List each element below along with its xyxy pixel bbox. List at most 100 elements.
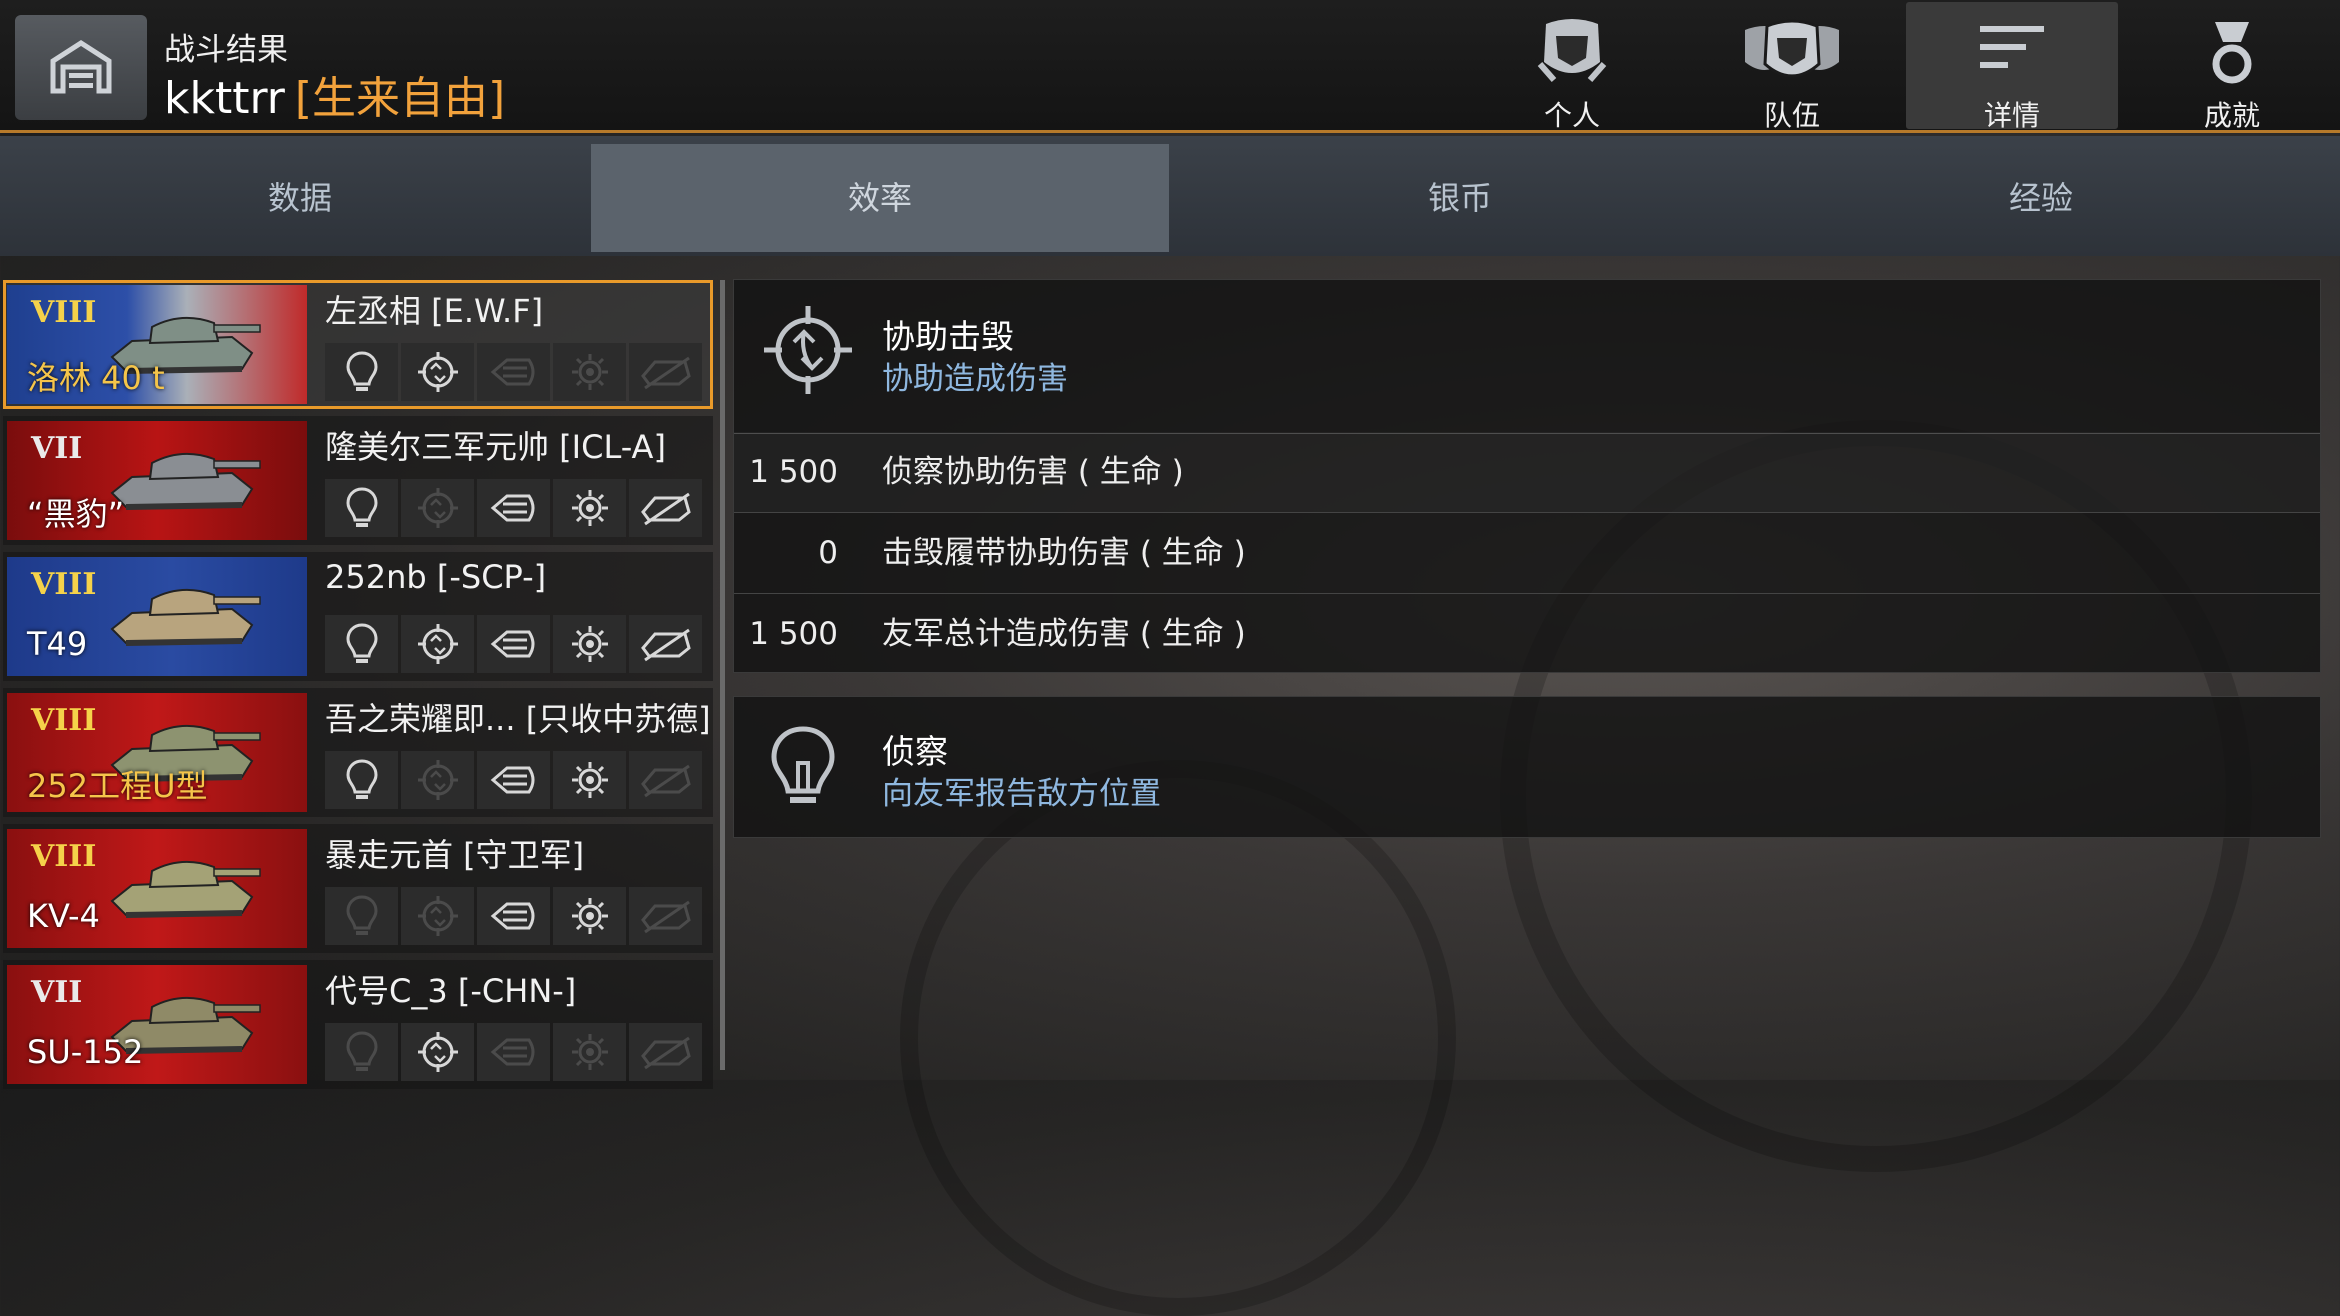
damage-slot (553, 1023, 626, 1081)
efficiency-icons (325, 343, 705, 401)
track-hit-icon (490, 494, 534, 522)
tank-name: 252工程U型 (27, 767, 208, 805)
player-name: kkttrr (164, 73, 285, 124)
damage-gear-icon (571, 762, 608, 798)
block-slot (629, 1023, 702, 1081)
damage-gear-icon (571, 490, 608, 526)
tank-tier: VIII (31, 567, 97, 602)
nation-flag: VIII KV-4 (7, 829, 307, 948)
player-row[interactable]: VIII 252工程U型 吾之荣耀即... [只收中苏德] (3, 688, 713, 817)
assist-target-icon (764, 306, 852, 394)
spotting-slot (325, 343, 398, 401)
player-row[interactable]: VII “黑豹” 隆美尔三军元帅 [ICL-A] (3, 416, 713, 545)
damage-slot (553, 751, 626, 809)
spotting-icon (345, 487, 378, 527)
results-tabs: 数据 效率 银币 经验 (0, 136, 2340, 256)
tank-name: T49 (27, 625, 88, 663)
team-helmets-icon (1745, 19, 1839, 78)
player-name: 代号C_3 [-CHN-] (325, 972, 577, 1010)
track-slot (477, 615, 550, 673)
damage-slot (553, 615, 626, 673)
player-row[interactable]: VIII KV-4 暴走元首 [守卫军] (3, 824, 713, 953)
spotting-slot (325, 751, 398, 809)
player-name: 252nb [-SCP-] (325, 558, 547, 596)
tab-efficiency[interactable]: 效率 (591, 144, 1169, 252)
spotting-slot (325, 479, 398, 537)
stat-label: 侦察协助伤害 ( 生命 ) (882, 454, 1184, 490)
damage-slot (553, 887, 626, 945)
player-name: 吾之荣耀即... [只收中苏德] (325, 700, 711, 738)
blocked-damage-icon (640, 764, 691, 798)
track-slot (477, 887, 550, 945)
block-slot (629, 479, 702, 537)
nav-team-label: 队伍 (1763, 99, 1820, 132)
stat-row: 1 500 侦察协助伤害 ( 生命 ) (734, 432, 2320, 512)
spotting-panel: 侦察 向友军报告敌方位置 (733, 696, 2321, 838)
nav-details-label: 详情 (1983, 99, 2040, 132)
spotting-icon (345, 1031, 378, 1071)
damage-slot (553, 479, 626, 537)
track-hit-icon (490, 358, 534, 386)
details-lines-icon (1980, 26, 2044, 68)
efficiency-icons (325, 479, 705, 537)
track-hit-icon (490, 1038, 534, 1066)
tank-name: 洛林 40 t (27, 359, 165, 397)
nav-achievements-label: 成就 (2203, 99, 2260, 132)
efficiency-icons (325, 887, 705, 945)
list-scrollbar[interactable] (720, 280, 725, 1070)
nation-flag: VII “黑豹” (7, 421, 307, 540)
nation-flag: VIII T49 (7, 557, 307, 676)
nav-achievements[interactable]: 成就 (2126, 2, 2338, 132)
tank-name: SU-152 (27, 1033, 144, 1071)
assist-slot (401, 887, 474, 945)
block-slot (629, 887, 702, 945)
track-hit-icon (490, 902, 534, 930)
nation-flag: VII SU-152 (7, 965, 307, 1084)
tab-experience[interactable]: 经验 (1752, 144, 2330, 252)
assist-slot (401, 751, 474, 809)
personal-helmet-icon (1537, 19, 1607, 82)
tab-credits[interactable]: 银币 (1171, 144, 1749, 252)
hangar-button[interactable] (15, 15, 147, 120)
assist-subtitle: 协助造成伤害 (882, 361, 1068, 397)
tank-icon (110, 452, 261, 510)
blocked-damage-icon (640, 492, 691, 526)
damage-gear-icon (571, 626, 608, 662)
block-slot (629, 751, 702, 809)
nav-personal[interactable]: 个人 (1466, 2, 1678, 132)
tank-tier: VIII (31, 839, 97, 874)
track-slot (477, 1023, 550, 1081)
assist-slot (401, 479, 474, 537)
spotting-slot (325, 615, 398, 673)
spotting-slot (325, 1023, 398, 1081)
spotting-icon (345, 759, 378, 799)
nav-team[interactable]: 队伍 (1686, 2, 1898, 132)
efficiency-icons (325, 751, 705, 809)
assist-slot (401, 1023, 474, 1081)
nav-details[interactable]: 详情 (1906, 2, 2118, 132)
spotting-subtitle: 向友军报告敌方位置 (882, 776, 1161, 812)
assist-slot (401, 615, 474, 673)
blocked-damage-icon (640, 900, 691, 934)
tank-tier: VIII (31, 703, 97, 738)
tab-data[interactable]: 数据 (11, 144, 589, 252)
tank-tier: VII (31, 975, 83, 1010)
damage-slot (553, 343, 626, 401)
assist-slot (401, 343, 474, 401)
player-row[interactable]: VII SU-152 代号C_3 [-CHN-] (3, 960, 713, 1089)
assist-icon (417, 896, 458, 936)
track-slot (477, 343, 550, 401)
damage-gear-icon (571, 1034, 608, 1070)
stat-label: 击毁履带协助伤害 ( 生命 ) (882, 535, 1246, 571)
player-name: 隆美尔三军元帅 [ICL-A] (325, 428, 666, 466)
player-row[interactable]: VIII 洛林 40 t 左丞相 [E.W.F] (3, 280, 713, 409)
spotting-icon (345, 351, 378, 391)
spotting-icon (345, 895, 378, 935)
tank-tier: VIII (31, 295, 97, 330)
stat-value: 1 500 (749, 616, 838, 652)
top-bar: 战斗结果 kkttrr [生来自由] 个人 队伍 详情 成就 (0, 0, 2340, 133)
stat-row: 1 500 友军总计造成伤害 ( 生命 ) (734, 594, 2320, 674)
track-slot (477, 751, 550, 809)
player-row[interactable]: VIII T49 252nb [-SCP-] (3, 552, 713, 681)
efficiency-icons (325, 1023, 705, 1081)
